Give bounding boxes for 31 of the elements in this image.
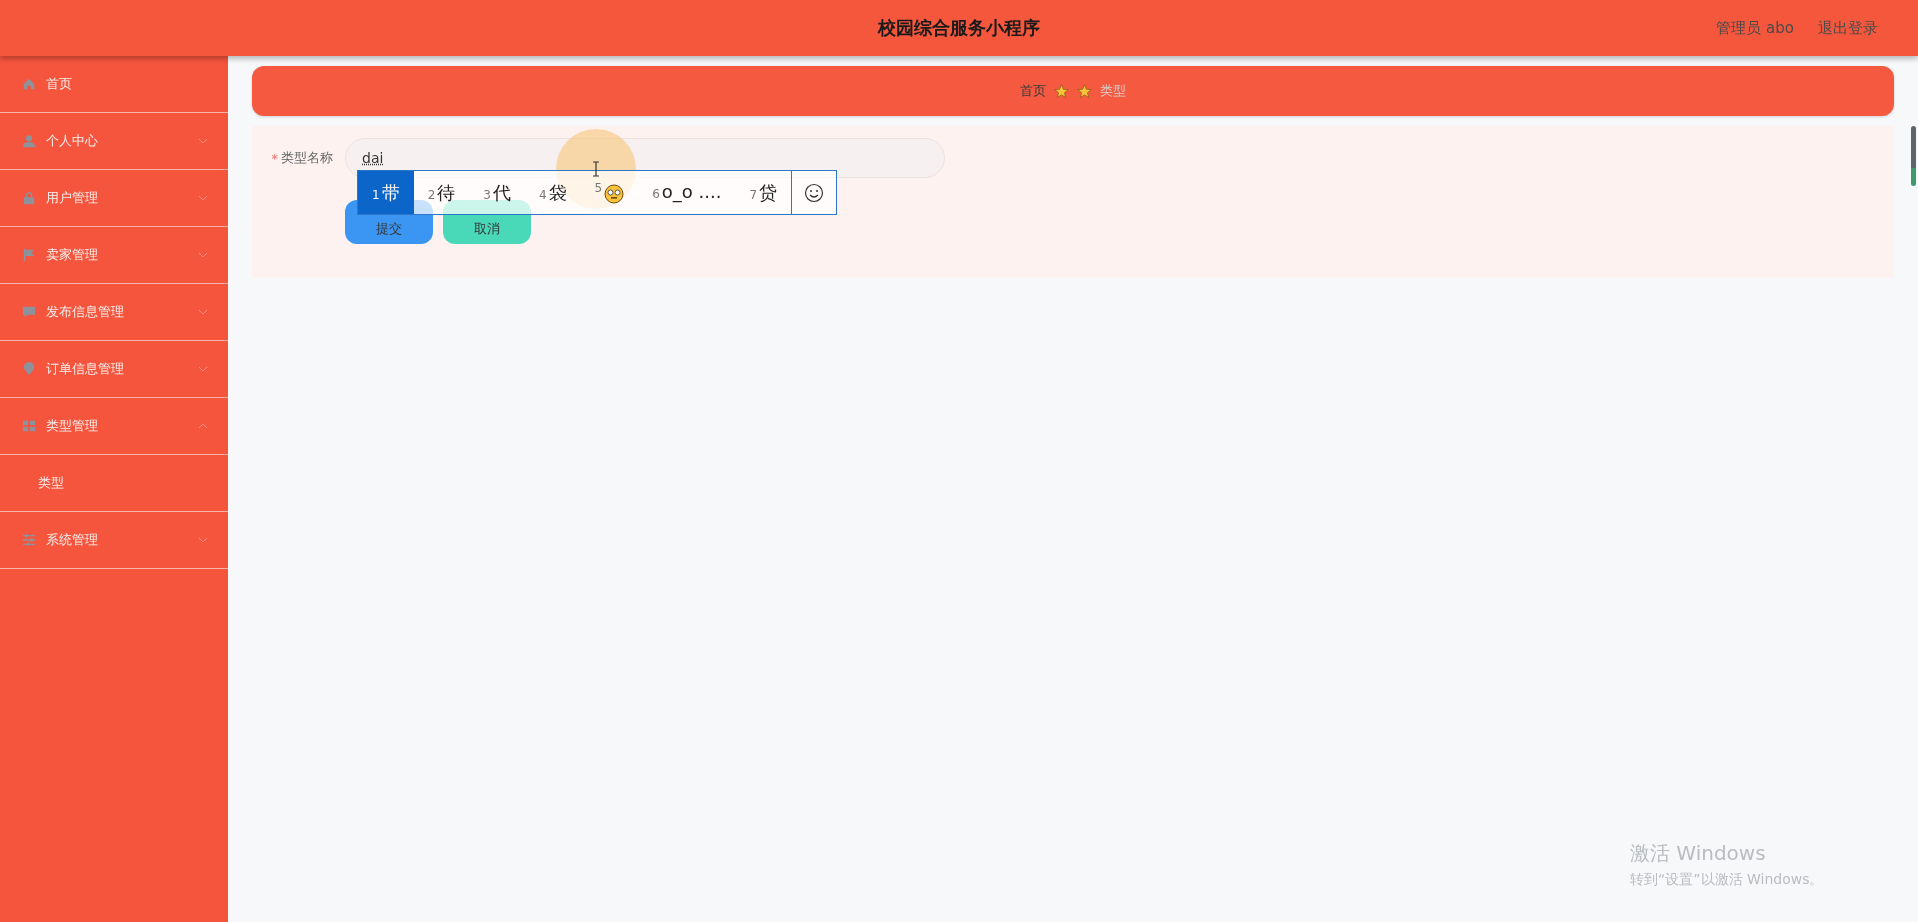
star-icon: [1054, 83, 1069, 99]
activation-title: 激活 Windows: [1630, 840, 1767, 867]
user-label: 管理员 abo: [1716, 18, 1794, 38]
breadcrumb-item: 类型: [1100, 82, 1126, 100]
chat-bubble-icon: [22, 305, 36, 319]
app-title: 校园综合服务小程序: [878, 16, 1040, 40]
emoji-face-icon: [604, 183, 625, 204]
chevron-icon: [198, 138, 208, 144]
required-mark: *: [271, 150, 278, 166]
grid-icon: [22, 419, 36, 433]
logout-link[interactable]: 退出登录: [1818, 18, 1878, 38]
star-icon: [1077, 83, 1092, 99]
flag-icon: [22, 248, 36, 262]
breadcrumb-item[interactable]: 首页: [1020, 82, 1046, 100]
person-icon: [22, 134, 36, 148]
activation-hint: 转到“设置”以激活 Windows。: [1630, 871, 1824, 889]
chevron-icon: [198, 423, 208, 429]
ime-candidate[interactable]: 1 带: [358, 171, 414, 214]
lock-icon: [22, 191, 36, 205]
text-cursor-icon: [591, 161, 601, 177]
scrollbar[interactable]: [1911, 126, 1916, 186]
chevron-icon: [198, 537, 208, 543]
field-label: 类型名称: [281, 149, 333, 167]
chevron-icon: [198, 195, 208, 201]
home-icon: [22, 77, 36, 91]
location-pin-icon: [22, 362, 36, 376]
sliders-icon: [22, 533, 36, 547]
chevron-icon: [198, 366, 208, 372]
smiley-icon: [804, 182, 825, 203]
chevron-icon: [198, 252, 208, 258]
chevron-icon: [198, 309, 208, 315]
